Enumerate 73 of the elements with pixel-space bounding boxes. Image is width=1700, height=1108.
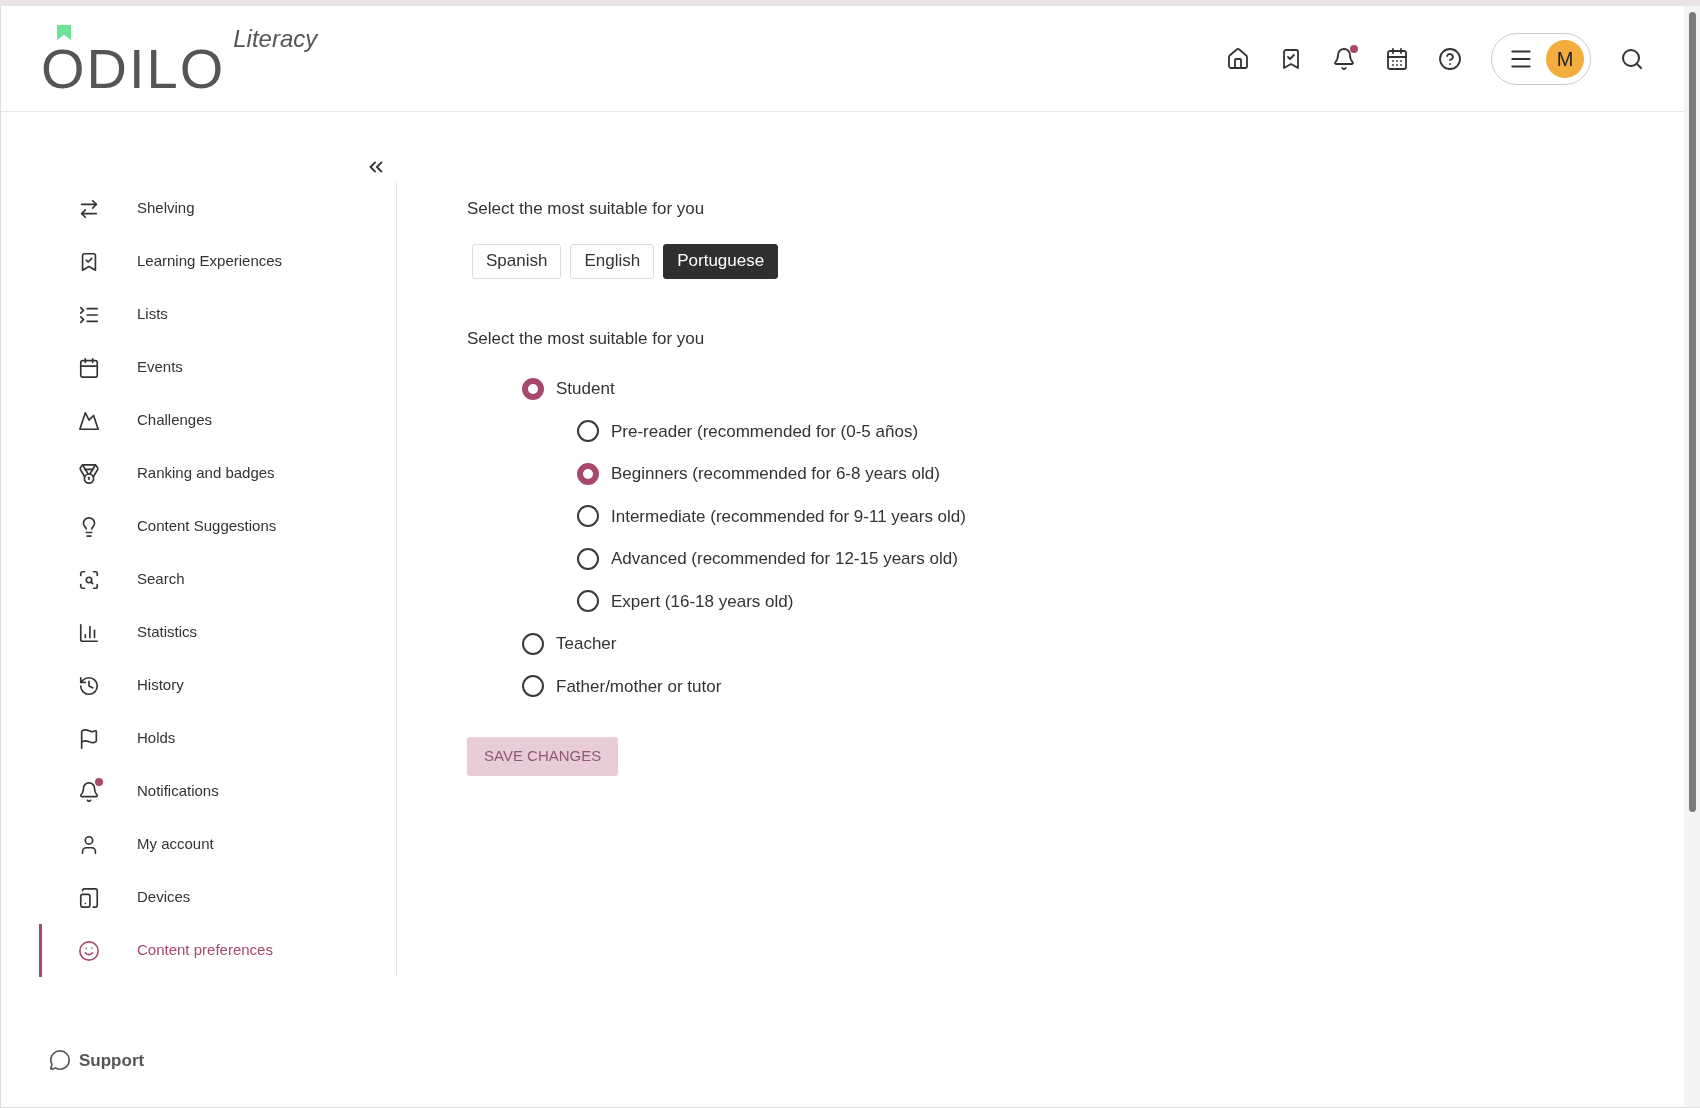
language-option[interactable]: Spanish (472, 243, 562, 279)
radio-button[interactable] (522, 675, 544, 698)
sidebar-label: Events (137, 357, 183, 378)
sidebar-item[interactable]: Lists (39, 288, 396, 341)
sidebar-item[interactable]: Shelving (39, 182, 396, 235)
avatar[interactable]: M (1546, 39, 1584, 78)
sidebar-label: Ranking and badges (137, 463, 275, 484)
radio-label: Expert (16-18 years old) (611, 590, 794, 613)
sidebar-label: Notifications (137, 781, 219, 802)
bar-chart-icon (78, 621, 100, 644)
speech-bubble-icon (49, 1049, 71, 1072)
radio-button[interactable] (577, 420, 599, 443)
sidebar-label: Statistics (137, 622, 197, 643)
sidebar-item[interactable]: Learning Experiences (39, 235, 396, 288)
radio-button[interactable] (577, 462, 599, 485)
radio-label: Intermediate (recommended for 9-11 years old) (611, 505, 966, 528)
search-icon (78, 568, 100, 591)
language-option[interactable]: English (570, 243, 655, 279)
sidebar-item[interactable]: Notifications (39, 765, 396, 818)
help-icon[interactable] (1438, 46, 1462, 71)
sidebar-label: Challenges (137, 410, 213, 431)
sidebar-label: Holds (137, 728, 176, 749)
smile-icon (78, 939, 100, 962)
bell-icon[interactable] (1332, 46, 1356, 71)
sidebar-label: Devices (137, 887, 191, 908)
scroll-thumb[interactable] (1688, 12, 1696, 812)
sidebar-item[interactable]: History (39, 659, 396, 712)
radio-label: Beginners (recommended for 6-8 years old) (611, 463, 940, 485)
sidebar-label: Shelving (137, 198, 195, 219)
radio-button[interactable] (522, 377, 544, 400)
radio-button[interactable] (522, 632, 544, 655)
radio-label: Student (556, 378, 615, 400)
sidebar-label: Content Suggestions (137, 516, 277, 537)
bookmark-icon (57, 24, 71, 40)
sidebar-item[interactable]: Holds (39, 712, 396, 765)
radio-label: Teacher (556, 633, 617, 655)
sidebar-label: My account (137, 834, 214, 855)
sidebar-label: Lists (137, 304, 168, 325)
home-icon[interactable] (1226, 46, 1250, 71)
radio-button[interactable] (577, 505, 599, 528)
sidebar-item[interactable]: Statistics (39, 606, 396, 659)
search-icon[interactable] (1620, 46, 1644, 71)
language-option[interactable]: Portuguese (663, 243, 779, 279)
sidebar-label: Content preferences (137, 940, 273, 961)
flag-icon (78, 727, 100, 750)
sidebar-item[interactable]: Ranking and badges (39, 447, 396, 500)
logo-text: ODILO (41, 40, 226, 97)
sidebar-label: History (137, 675, 184, 696)
radio-button[interactable] (577, 590, 599, 613)
sidebar-item[interactable]: Challenges (39, 394, 396, 447)
radio-button[interactable] (577, 547, 599, 570)
profile-prompt: Select the most suitable for you (467, 327, 705, 350)
product-name: Literacy (233, 23, 318, 54)
radio-label: Pre-reader (recommended for (0-5 años) (611, 420, 919, 443)
medal-icon (78, 462, 100, 485)
sidebar-item[interactable]: Content preferences (39, 924, 396, 977)
radio-label: Advanced (recommended for 12-15 years old) (611, 548, 958, 570)
history-icon (78, 674, 100, 697)
support-link[interactable]: Support (49, 1047, 401, 1073)
calendar-icon[interactable] (1385, 46, 1409, 71)
sidebar-item[interactable]: Devices (39, 871, 396, 924)
calendar-icon (78, 356, 100, 379)
sidebar-item[interactable]: My account (39, 818, 396, 871)
bell-icon (78, 780, 100, 803)
sidebar-label: Search (137, 569, 185, 590)
language-prompt: Select the most suitable for you (467, 198, 705, 220)
arrows-icon (78, 197, 100, 220)
sidebar-label: Learning Experiences (137, 251, 283, 272)
sidebar-item[interactable]: Content Suggestions (39, 500, 396, 553)
devices-icon (78, 886, 100, 909)
sidebar-item[interactable]: Events (39, 341, 396, 394)
sidebar-item[interactable]: Search (39, 553, 396, 606)
radio-label: Father/mother or tutor (556, 675, 722, 698)
